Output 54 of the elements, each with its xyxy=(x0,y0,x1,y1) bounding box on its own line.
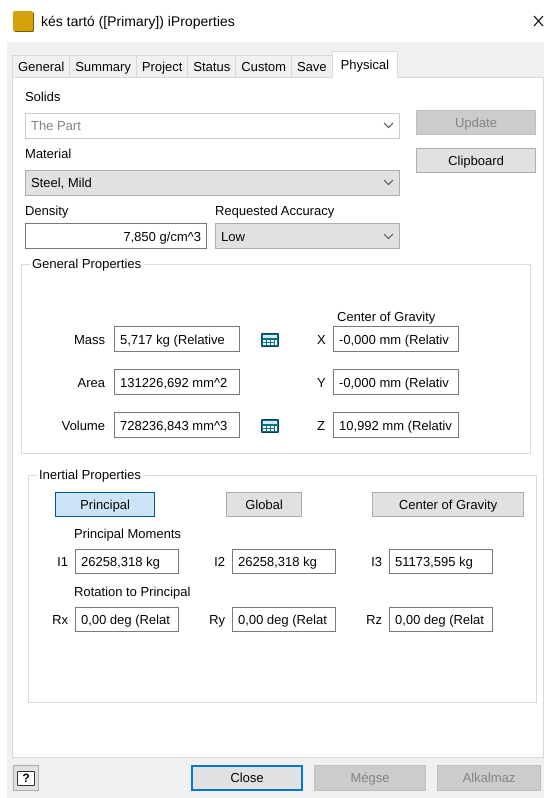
field-label: I2 xyxy=(213,553,225,571)
value-field[interactable]: 10,992 mm (Relativ xyxy=(333,412,459,438)
chevron-down-icon xyxy=(383,122,394,129)
value-field[interactable]: 0,00 deg (Relat xyxy=(232,607,336,632)
value-field[interactable]: 0,00 deg (Relat xyxy=(75,607,179,632)
field-label: Requested Accuracy xyxy=(215,202,336,220)
field-label: Rz xyxy=(365,611,382,629)
field-label: Volume xyxy=(60,416,105,434)
value-field[interactable]: 26258,318 kg xyxy=(232,549,336,574)
field-label: Ry xyxy=(208,611,225,629)
field-label: Area xyxy=(76,374,105,392)
value-field[interactable]: -0,000 mm (Relativ xyxy=(333,326,459,352)
section-label: Rotation to Principal xyxy=(74,583,192,602)
help-button[interactable]: ? xyxy=(13,765,39,791)
tab[interactable]: Project xyxy=(136,55,188,77)
group-title: Inertial Properties xyxy=(37,467,143,484)
close-icon[interactable] xyxy=(533,15,544,27)
button[interactable]: Clipboard xyxy=(416,148,536,173)
calculator-icon[interactable] xyxy=(261,333,279,348)
group-title: General Properties xyxy=(30,256,144,272)
calculator-icon[interactable] xyxy=(261,419,279,434)
field-label: Density xyxy=(25,202,70,220)
value-field[interactable]: 728236,843 mm^3 xyxy=(114,412,240,438)
accuracy-dropdown[interactable]: Low xyxy=(215,223,400,250)
tab[interactable]: General xyxy=(12,55,70,77)
mode-button[interactable]: Principal xyxy=(55,492,155,518)
axis-label: X xyxy=(317,330,327,348)
tab[interactable]: Physical xyxy=(332,51,398,78)
axis-label: Y xyxy=(317,374,327,392)
app-icon xyxy=(13,11,33,31)
density-field[interactable]: 7,850 g/cm^3 xyxy=(25,223,207,250)
column-label: Center of Gravity xyxy=(337,308,436,326)
chevron-down-icon xyxy=(383,179,394,186)
field-label: Rx xyxy=(51,611,68,629)
field-label: Material xyxy=(25,145,72,163)
material-dropdown[interactable]: Steel, Mild xyxy=(25,170,400,196)
value-field[interactable]: 131226,692 mm^2 xyxy=(114,369,240,396)
button[interactable]: Close xyxy=(191,765,303,791)
field-label: I3 xyxy=(370,553,382,571)
section-label: Principal Moments xyxy=(74,525,182,544)
field-label: I1 xyxy=(56,553,68,571)
value-field[interactable]: 5,717 kg (Relative xyxy=(114,326,240,352)
mode-button[interactable]: Center of Gravity xyxy=(372,492,524,518)
value-field[interactable]: 51173,595 kg xyxy=(389,549,493,574)
value-field[interactable]: -0,000 mm (Relativ xyxy=(333,369,459,396)
field-label: Solids xyxy=(25,88,62,106)
mode-button[interactable]: Global xyxy=(226,492,302,518)
window-title: kés tartó ([Primary]) iProperties xyxy=(41,12,235,31)
value-field[interactable]: 0,00 deg (Relat xyxy=(389,607,493,632)
chevron-down-icon xyxy=(383,232,394,240)
value-field[interactable]: 26258,318 kg xyxy=(75,549,179,574)
tab[interactable]: Summary xyxy=(69,55,137,77)
field-label: Mass xyxy=(72,330,105,348)
axis-label: Z xyxy=(317,416,326,434)
